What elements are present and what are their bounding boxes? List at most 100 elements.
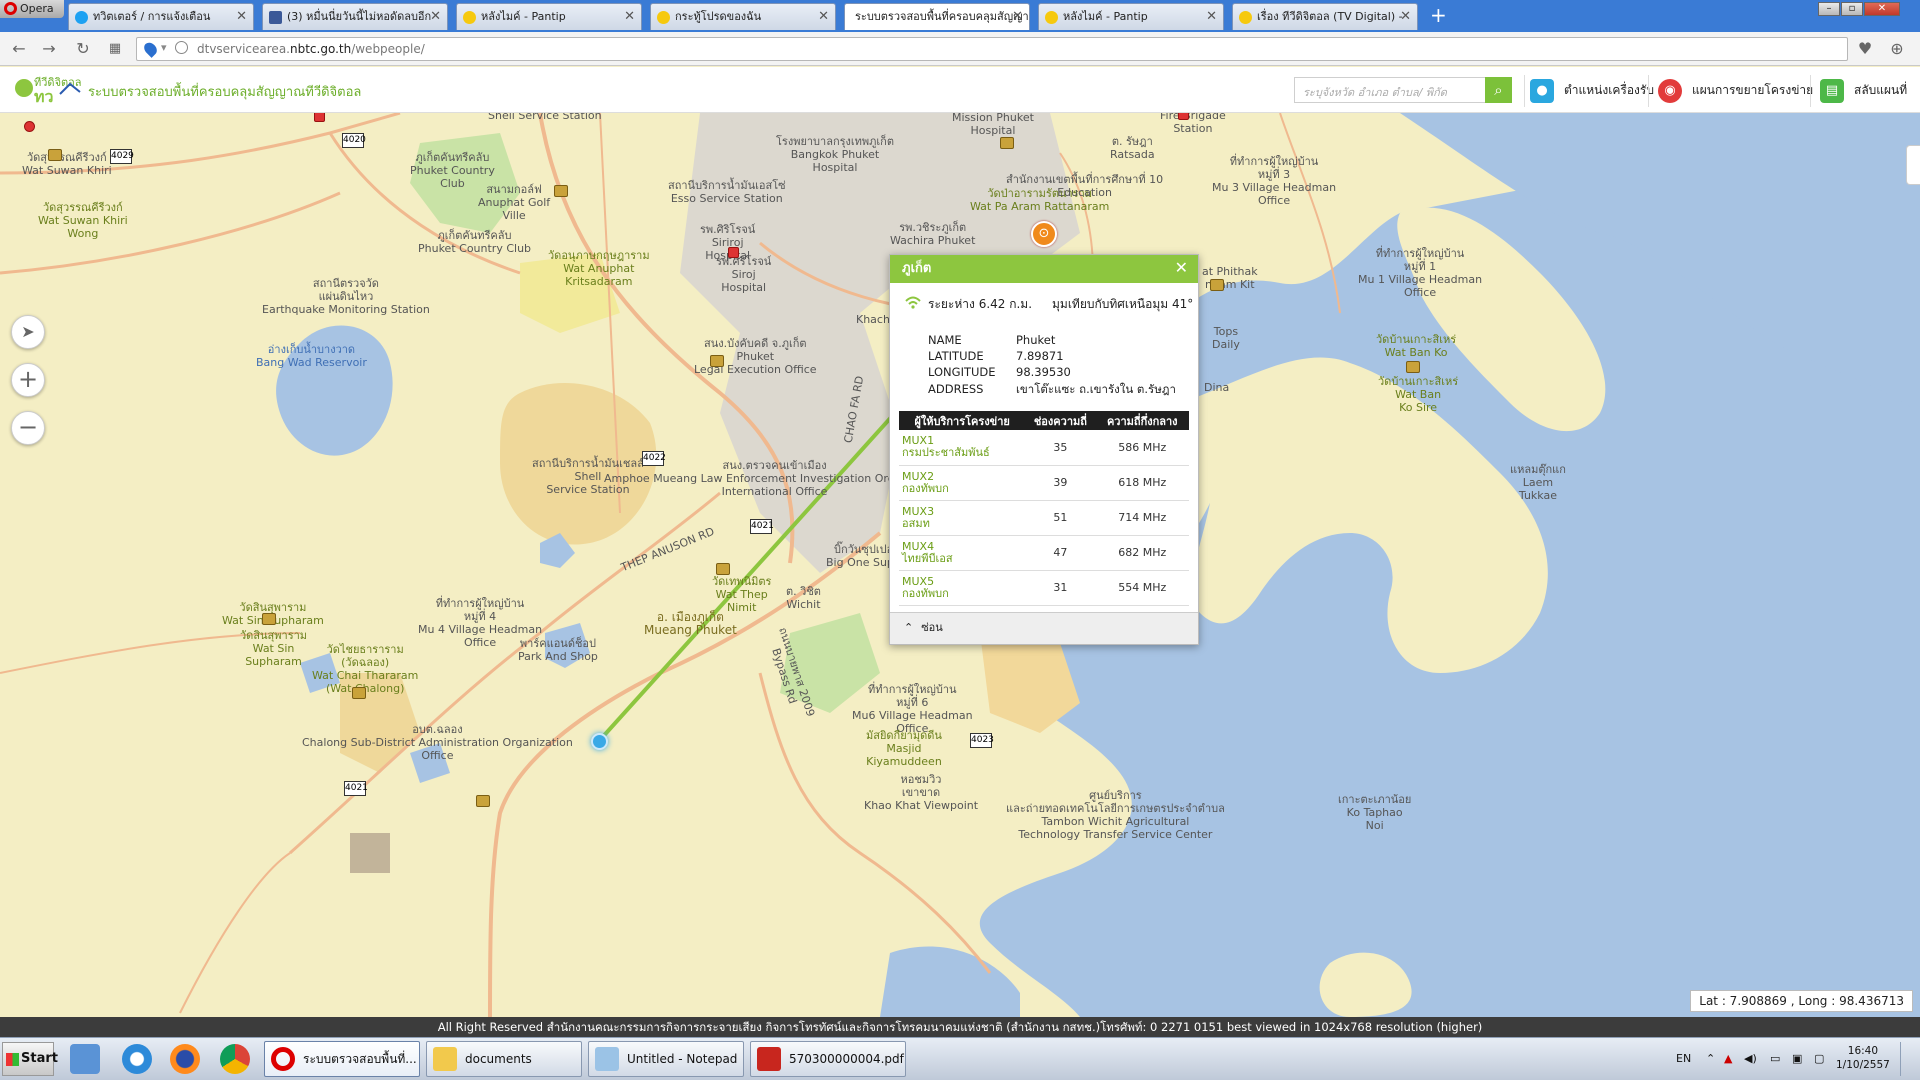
map-label: รพ.ศิริโรจน์ Siroj Hospital xyxy=(716,255,772,294)
back-arrow-icon[interactable]: ← xyxy=(10,40,28,58)
map-label: มัสยิดกียามุดดีน Masjid Kiyamuddeen xyxy=(866,729,942,768)
taskbar-item-opera[interactable]: ระบบตรวจสอบพื้นที่... xyxy=(264,1041,420,1077)
location-search-input[interactable]: ระบุจังหวัด อำเภอ ตำบล/ พิกัด xyxy=(1294,77,1486,103)
url-input[interactable]: ▾ dtvservicearea.nbtc.go.th/webpeople/ xyxy=(136,37,1848,61)
hide-details-button[interactable]: ⌃ ซ่อน xyxy=(890,612,1198,644)
header-divider xyxy=(1648,75,1649,107)
close-tab-icon[interactable]: ✕ xyxy=(236,4,247,30)
taskbar-item-pdf[interactable]: 570300000004.pdf - ... xyxy=(750,1041,906,1077)
map-label: ที่ทำการผู้ใหญ่บ้าน หมู่ที่ 1 Mu 1 Village… xyxy=(1358,247,1483,299)
frequency-cell: 682 MHz xyxy=(1095,535,1189,571)
close-tab-icon[interactable]: ✕ xyxy=(1012,4,1023,30)
receiver-location-marker[interactable] xyxy=(591,733,608,750)
close-tab-icon[interactable]: ✕ xyxy=(1206,4,1217,30)
temple-icon[interactable] xyxy=(1210,279,1224,291)
display-icon[interactable]: ▢ xyxy=(1814,1052,1824,1065)
zoom-in-button[interactable]: + xyxy=(11,363,45,397)
channel-cell: 35 xyxy=(1025,430,1096,466)
transmitter-tower-icon[interactable]: ⊙ xyxy=(1031,221,1057,247)
download-icon[interactable]: ⊕ xyxy=(1888,40,1906,58)
maximize-button[interactable]: ▫ xyxy=(1841,2,1863,16)
power-icon[interactable]: ▭ xyxy=(1770,1052,1780,1065)
hospital-icon[interactable] xyxy=(728,247,739,258)
reload-icon[interactable]: ↻ xyxy=(74,40,92,58)
field-latitude: LATITUDE 7.89871 xyxy=(928,349,1064,363)
firefox-icon[interactable] xyxy=(170,1044,200,1074)
popup-title: ภูเก็ต xyxy=(890,255,1198,283)
temple-icon[interactable] xyxy=(352,687,366,699)
dropdown-icon[interactable]: ▾ xyxy=(161,41,167,54)
side-panel-toggle[interactable] xyxy=(1906,145,1920,185)
channel-cell: 51 xyxy=(1025,500,1096,536)
temple-icon[interactable] xyxy=(48,149,62,161)
start-button[interactable]: Start xyxy=(2,1042,58,1076)
new-tab-button[interactable]: + xyxy=(1430,5,1447,25)
map-label: ต. รัษฎา Ratsada xyxy=(1110,135,1155,161)
network-icon[interactable]: ▲ xyxy=(1724,1052,1732,1065)
tab-tvdigital[interactable]: เรื่อง ทีวีดิจิตอล (TV Digital) - ✕ xyxy=(1232,3,1418,30)
tab-pantip-1[interactable]: หลังไมค์ - Pantip ✕ xyxy=(456,3,642,30)
temple-icon[interactable] xyxy=(710,355,724,367)
fire-station-icon[interactable] xyxy=(1178,113,1189,120)
system-clock[interactable]: 16:40 1/10/2557 xyxy=(1836,1044,1890,1072)
map-label: สถานีบริการน้ำมันเอสโซ่ Esso Service Stat… xyxy=(668,179,786,205)
close-tab-icon[interactable]: ✕ xyxy=(1400,4,1411,30)
channel-cell: 39 xyxy=(1025,465,1096,501)
map-label: อ. เมืองภูเก็ต Mueang Phuket xyxy=(644,610,737,637)
show-desktop-button[interactable] xyxy=(1900,1042,1914,1076)
close-tab-icon[interactable]: ✕ xyxy=(430,4,441,30)
header-divider xyxy=(1810,75,1811,107)
zoom-out-button[interactable]: − xyxy=(11,411,45,445)
map-canvas[interactable]: Shell Service Station Mission Phuket Hosp… xyxy=(0,113,1920,1017)
temple-icon[interactable] xyxy=(262,613,276,625)
map-label: รพ.วชิระภูเก็ต Wachira Phuket xyxy=(890,221,976,247)
taskbar-item-documents[interactable]: documents xyxy=(426,1041,582,1077)
close-window-button[interactable]: ✕ xyxy=(1864,2,1900,16)
hospital-icon[interactable] xyxy=(314,113,325,122)
navigate-arrow-icon[interactable]: ➤ xyxy=(11,315,45,349)
switch-map-button[interactable]: ▤ สลับแผนที่ xyxy=(1820,79,1907,103)
tab-pantip-2[interactable]: หลังไมค์ - Pantip ✕ xyxy=(1038,3,1224,30)
tab-facebook[interactable]: (3) หมื่นนี่ยวันนี้ไม่หอดัดลบอีก ✕ xyxy=(262,3,448,30)
monitor-icon[interactable]: ▣ xyxy=(1792,1052,1802,1065)
windows-logo-icon xyxy=(6,1053,19,1066)
temple-icon[interactable] xyxy=(1406,361,1420,373)
taskbar-item-notepad[interactable]: Untitled - Notepad xyxy=(588,1041,744,1077)
map-label: โรงพยาบาลกรุงเทพภูเก็ต Bangkok Phuket Hosp… xyxy=(776,135,894,174)
temple-icon[interactable] xyxy=(476,795,490,807)
receiver-location-button[interactable]: ● ตำแหน่งเครื่องรับ xyxy=(1530,79,1654,103)
network-expansion-button[interactable]: ◉ แผนการขยายโครงข่าย xyxy=(1658,79,1813,103)
heart-icon[interactable]: ♥ xyxy=(1856,40,1874,58)
tab-twitter[interactable]: ทวิตเตอร์ / การแจ้งเตือน ✕ xyxy=(68,3,254,30)
forward-arrow-icon[interactable]: → xyxy=(40,40,58,58)
map-label: เกาะตะเภาน้อย Ko Taphao Noi xyxy=(1338,793,1412,832)
close-tab-icon[interactable]: ✕ xyxy=(818,4,829,30)
map-label: ศูนย์บริการ และถ่ายทอดเทคโนโลยีการเกษตรปร… xyxy=(1006,789,1225,841)
tab-dtv-active[interactable]: ระบบตรวจสอบพื้นที่ครอบคลุมสัญญาณ ✕ xyxy=(844,3,1030,30)
table-row: MUX3 อสมท 51 714 MHz xyxy=(899,500,1189,536)
close-tab-icon[interactable]: ✕ xyxy=(624,4,635,30)
volume-icon[interactable]: ◀) xyxy=(1744,1052,1757,1065)
tab-favorites[interactable]: กระทู้โปรดของฉัน ✕ xyxy=(650,3,836,30)
map-label: ที่ทำการผู้ใหญ่บ้าน หมู่ที่ 3 Mu 3 Village… xyxy=(1212,155,1337,207)
temple-icon[interactable] xyxy=(554,185,568,197)
temple-icon[interactable] xyxy=(1000,137,1014,149)
map-label: Shell Service Station xyxy=(488,113,602,122)
temple-icon[interactable] xyxy=(716,563,730,575)
opera-menu-button[interactable]: Opera xyxy=(0,0,64,18)
chrome-icon[interactable] xyxy=(220,1044,250,1074)
map-label: Mission Phuket Hospital xyxy=(952,113,1034,137)
address-bar: ← → ↻ ▦ ▾ dtvservicearea.nbtc.go.th/webp… xyxy=(0,32,1920,66)
search-button[interactable]: ⌕ xyxy=(1485,77,1512,103)
minimize-button[interactable]: – xyxy=(1818,2,1840,16)
language-indicator[interactable]: EN xyxy=(1676,1052,1691,1065)
close-icon[interactable]: ✕ xyxy=(1175,258,1188,277)
map-label: หอชมวิว เขาขาด Khao Khat Viewpoint xyxy=(864,773,979,812)
speed-dial-icon[interactable]: ▦ xyxy=(106,40,124,58)
tray-expand-icon[interactable]: ⌃ xyxy=(1706,1052,1715,1065)
internet-explorer-icon[interactable] xyxy=(122,1044,152,1074)
dtv-logo[interactable]: ทีวีดิจิตอล ทว xyxy=(12,72,82,106)
site-info-icon[interactable] xyxy=(175,41,188,54)
pantip-icon xyxy=(463,11,476,24)
media-player-icon[interactable] xyxy=(70,1044,100,1074)
